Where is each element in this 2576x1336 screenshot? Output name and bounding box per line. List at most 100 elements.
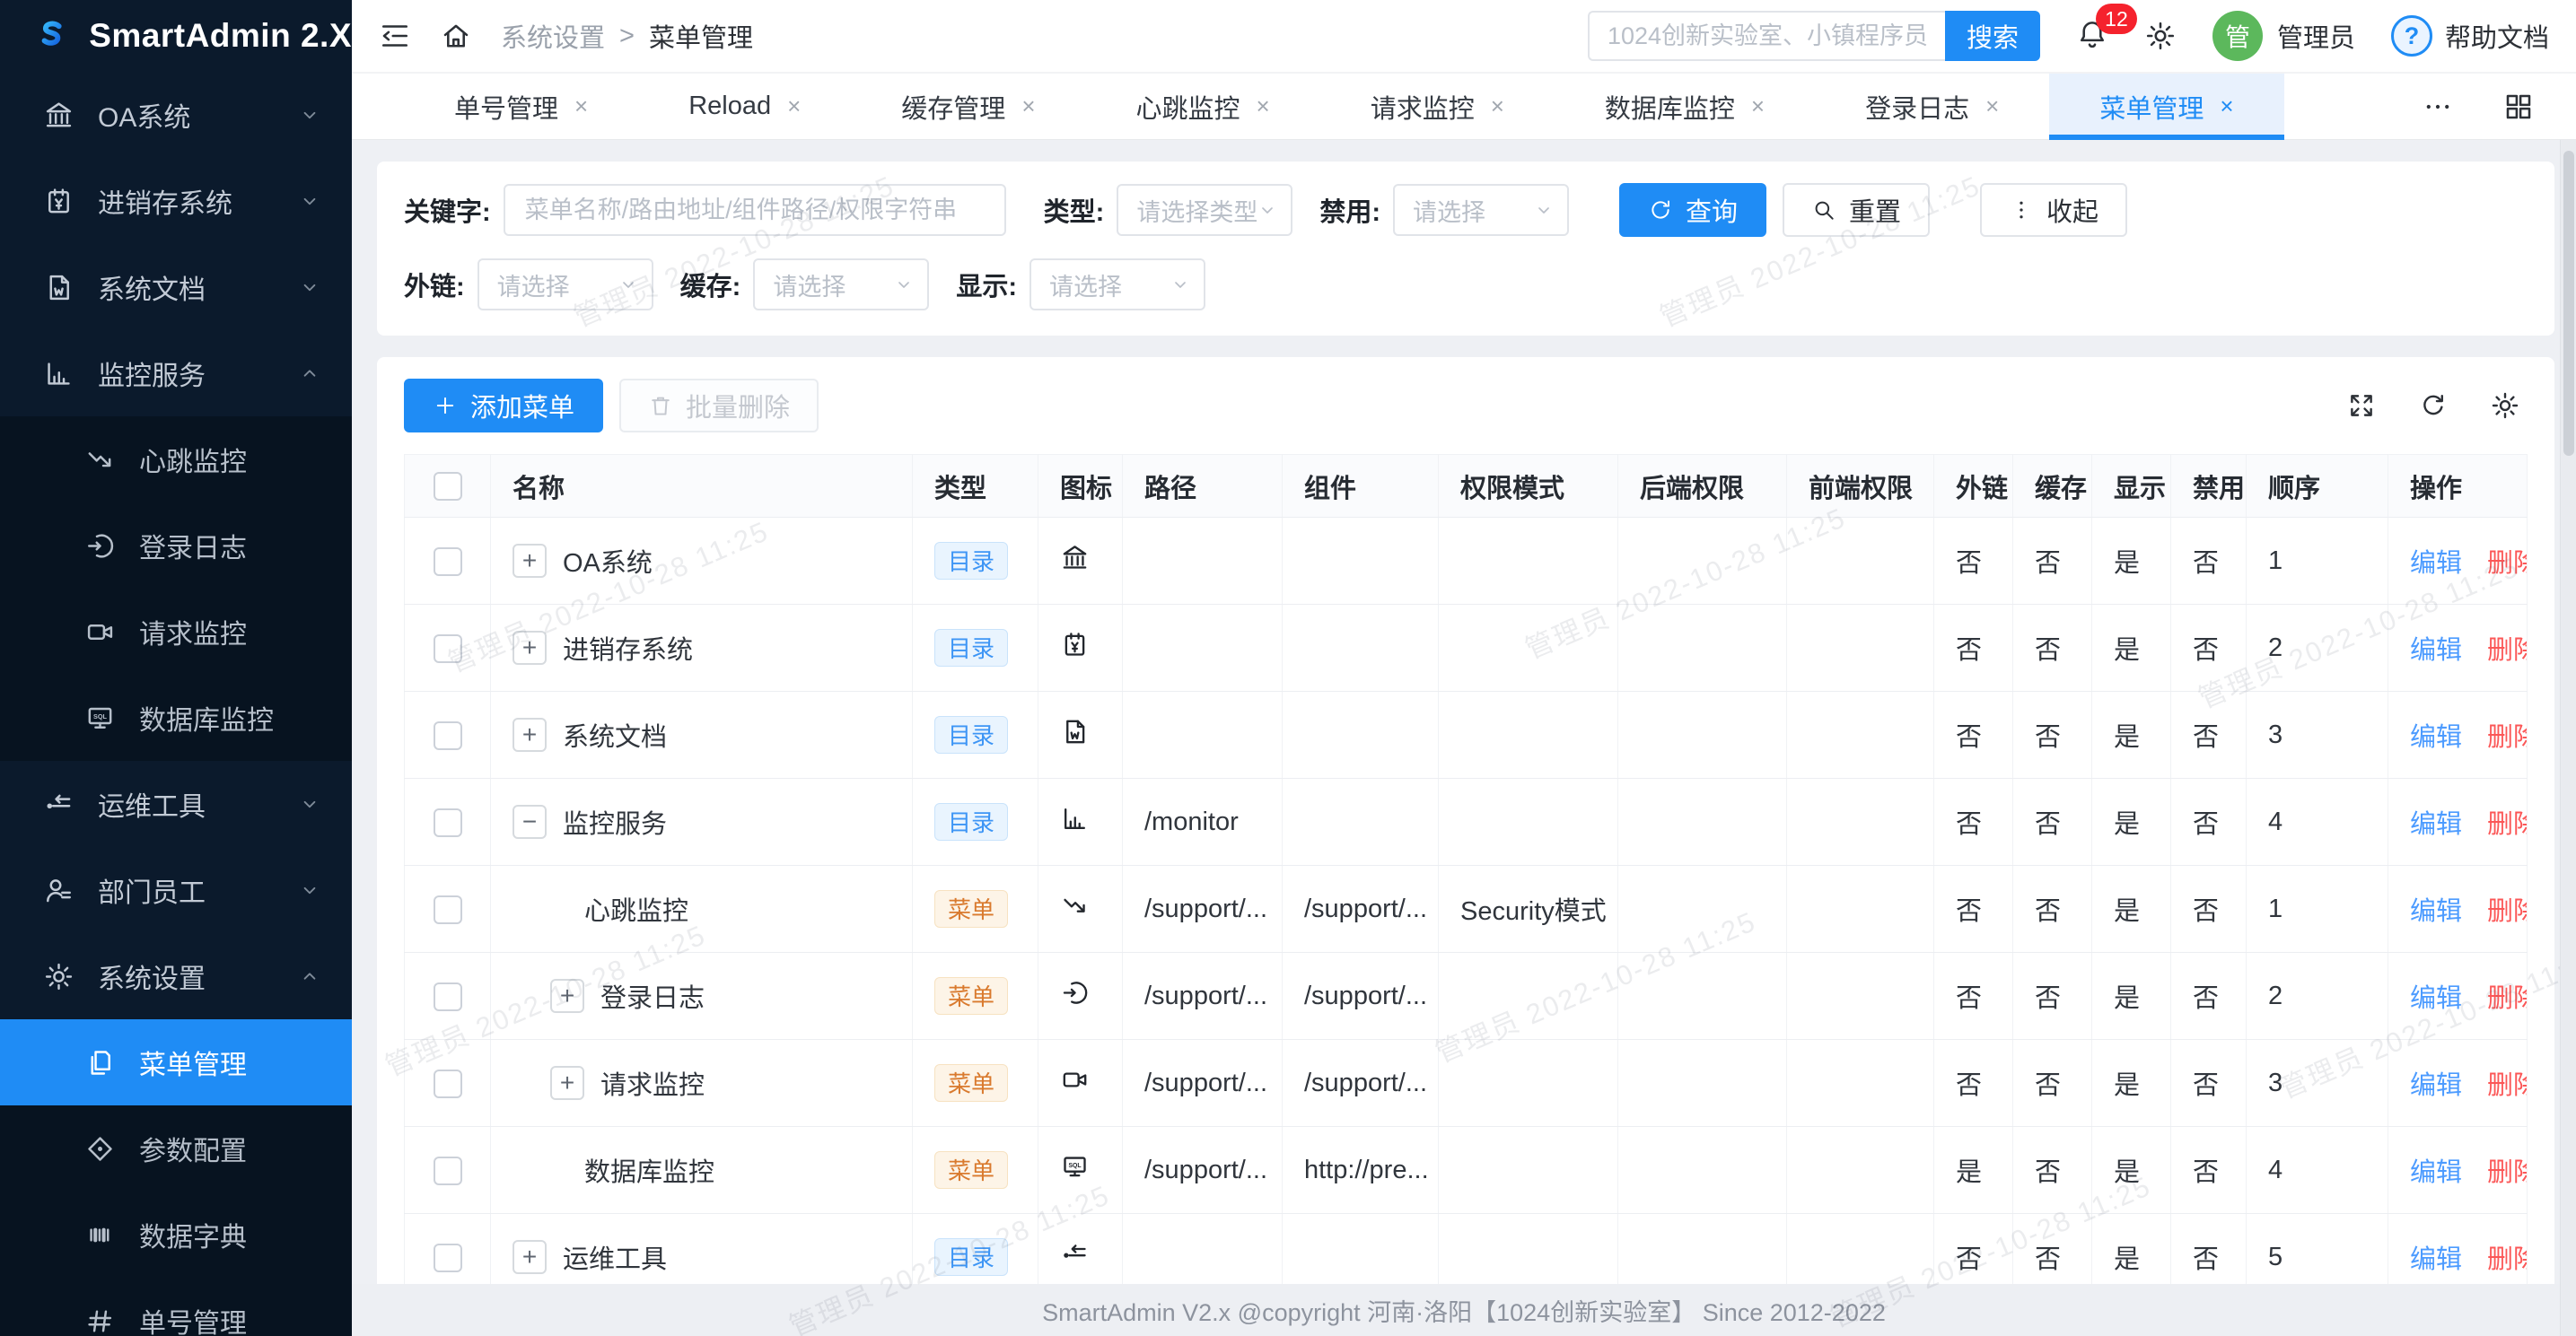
row-checkbox[interactable] (434, 982, 462, 1011)
tab-close-icon[interactable]: × (1751, 92, 1765, 120)
component-cell (1283, 518, 1439, 605)
row-expand-toggle[interactable]: + (550, 979, 584, 1013)
disabled-select[interactable]: 请选择 (1393, 184, 1569, 236)
edit-link[interactable]: 编辑 (2410, 1158, 2462, 1187)
row-expand-toggle[interactable]: + (513, 631, 547, 665)
tab-close-icon[interactable]: × (1985, 92, 1999, 120)
keyword-input[interactable] (504, 184, 1006, 236)
scrollbar-thumb[interactable] (2563, 151, 2574, 456)
row-checkbox[interactable] (434, 1244, 462, 1272)
show-select[interactable]: 请选择 (1030, 258, 1205, 310)
tab-heartbeat[interactable]: 心跳监控× (1086, 74, 1320, 139)
sidebar-item-menu-manage[interactable]: 菜单管理 (0, 1019, 352, 1105)
delete-link[interactable]: 删除 (2487, 1071, 2527, 1100)
query-button[interactable]: 查询 (1619, 183, 1766, 237)
type-select[interactable]: 请选择类型 (1117, 184, 1292, 236)
menu-fold-icon[interactable] (379, 20, 411, 52)
sidebar-item-oa-system[interactable]: OA系统 (0, 72, 352, 158)
notifications[interactable]: 12 (2076, 18, 2108, 55)
tab-menu-manage[interactable]: 菜单管理× (2049, 74, 2283, 139)
breadcrumb-parent[interactable]: 系统设置 (501, 17, 605, 55)
user-menu[interactable]: 管 管理员 (2212, 11, 2355, 61)
tab-reload[interactable]: Reload× (638, 74, 851, 139)
edit-link[interactable]: 编辑 (2410, 897, 2462, 926)
delete-link[interactable]: 删除 (2487, 984, 2527, 1013)
reload-icon[interactable] (2418, 390, 2449, 421)
edit-link[interactable]: 编辑 (2410, 810, 2462, 839)
collapse-button[interactable]: 收起 (1980, 183, 2127, 237)
select-all-checkbox[interactable] (434, 472, 462, 501)
external-select[interactable]: 请选择 (478, 258, 653, 310)
tab-grid-icon[interactable] (2502, 91, 2535, 123)
sidebar-item-db-monitor[interactable]: SQL数据库监控 (0, 675, 352, 761)
help-docs[interactable]: ? 帮助文档 (2391, 15, 2549, 57)
tab-close-icon[interactable]: × (1491, 92, 1504, 120)
reset-button[interactable]: 重置 (1783, 183, 1930, 237)
fullscreen-icon[interactable] (2346, 390, 2377, 421)
cache-select[interactable]: 请选择 (753, 258, 929, 310)
row-expand-toggle[interactable]: + (513, 718, 547, 752)
edit-link[interactable]: 编辑 (2410, 549, 2462, 578)
cache-cell: 否 (2013, 1040, 2092, 1127)
sidebar-item-heartbeat-monitor[interactable]: 心跳监控 (0, 416, 352, 502)
sidebar-item-ops-tools[interactable]: 运维工具 (0, 761, 352, 847)
sidebar-item-login-log[interactable]: 登录日志 (0, 502, 352, 589)
row-checkbox[interactable] (434, 547, 462, 576)
tab-cache[interactable]: 缓存管理× (851, 74, 1085, 139)
sidebar-item-monitor-service[interactable]: 监控服务 (0, 330, 352, 416)
sidebar-item-system-docs[interactable]: 系统文档 (0, 244, 352, 330)
tab-close-icon[interactable]: × (1021, 92, 1035, 120)
sidebar-item-param-config[interactable]: 参数配置 (0, 1105, 352, 1192)
delete-link[interactable]: 删除 (2487, 549, 2527, 578)
row-checkbox[interactable] (434, 808, 462, 837)
home-icon[interactable] (440, 20, 472, 52)
row-checkbox[interactable] (434, 721, 462, 750)
delete-link[interactable]: 删除 (2487, 636, 2527, 665)
avatar[interactable]: 管 (2212, 11, 2263, 61)
delete-link[interactable]: 删除 (2487, 723, 2527, 752)
sidebar-item-jxc-system[interactable]: 进销存系统 (0, 158, 352, 244)
scrollbar[interactable] (2560, 140, 2576, 1336)
sidebar-menu: OA系统进销存系统系统文档监控服务心跳监控登录日志请求监控SQL数据库监控运维工… (0, 72, 352, 1336)
tab-login-log[interactable]: 登录日志× (1815, 74, 2049, 139)
tab-serial[interactable]: 单号管理× (404, 74, 638, 139)
tab-request[interactable]: 请求监控× (1320, 74, 1555, 139)
row-expand-toggle[interactable]: + (550, 1066, 584, 1100)
row-checkbox[interactable] (434, 1157, 462, 1185)
row-checkbox[interactable] (434, 634, 462, 663)
add-menu-button[interactable]: 添加菜单 (404, 379, 603, 432)
column-settings-gear-icon[interactable] (2490, 390, 2520, 421)
delete-link[interactable]: 删除 (2487, 810, 2527, 839)
tab-close-icon[interactable]: × (574, 92, 588, 120)
search-button[interactable]: 搜索 (1945, 11, 2040, 61)
edit-link[interactable]: 编辑 (2410, 1245, 2462, 1274)
batch-delete-button[interactable]: 批量删除 (619, 379, 819, 432)
edit-link[interactable]: 编辑 (2410, 723, 2462, 752)
edit-link[interactable]: 编辑 (2410, 1071, 2462, 1100)
edit-link[interactable]: 编辑 (2410, 984, 2462, 1013)
delete-link[interactable]: 删除 (2487, 897, 2527, 926)
sidebar-item-serial-manage[interactable]: 单号管理 (0, 1278, 352, 1336)
row-expand-toggle[interactable]: − (513, 805, 547, 839)
row-expand-toggle[interactable]: + (513, 544, 547, 578)
delete-link[interactable]: 删除 (2487, 1245, 2527, 1274)
settings-gear-icon[interactable] (2144, 20, 2177, 52)
row-checkbox[interactable] (434, 895, 462, 924)
sidebar-item-dept-staff[interactable]: 部门员工 (0, 847, 352, 933)
sidebar-item-system-settings[interactable]: 系统设置 (0, 933, 352, 1019)
sidebar-item-request-monitor[interactable]: 请求监控 (0, 589, 352, 675)
column-header: 图标 (1038, 455, 1123, 518)
sidebar-item-data-dict[interactable]: 数据字典 (0, 1192, 352, 1278)
tab-database[interactable]: 数据库监控× (1555, 74, 1815, 139)
tab-close-icon[interactable]: × (1257, 92, 1270, 120)
row-expand-toggle[interactable]: + (513, 1240, 547, 1274)
tab-close-icon[interactable]: × (787, 92, 801, 120)
delete-link[interactable]: 删除 (2487, 1158, 2527, 1187)
tab-close-icon[interactable]: × (2220, 92, 2233, 120)
perm-mode-cell (1439, 1127, 1618, 1214)
cache-cell: 否 (2013, 953, 2092, 1040)
more-tabs-icon[interactable] (2422, 91, 2454, 123)
edit-link[interactable]: 编辑 (2410, 636, 2462, 665)
row-checkbox[interactable] (434, 1070, 462, 1098)
search-input[interactable] (1588, 11, 1945, 61)
